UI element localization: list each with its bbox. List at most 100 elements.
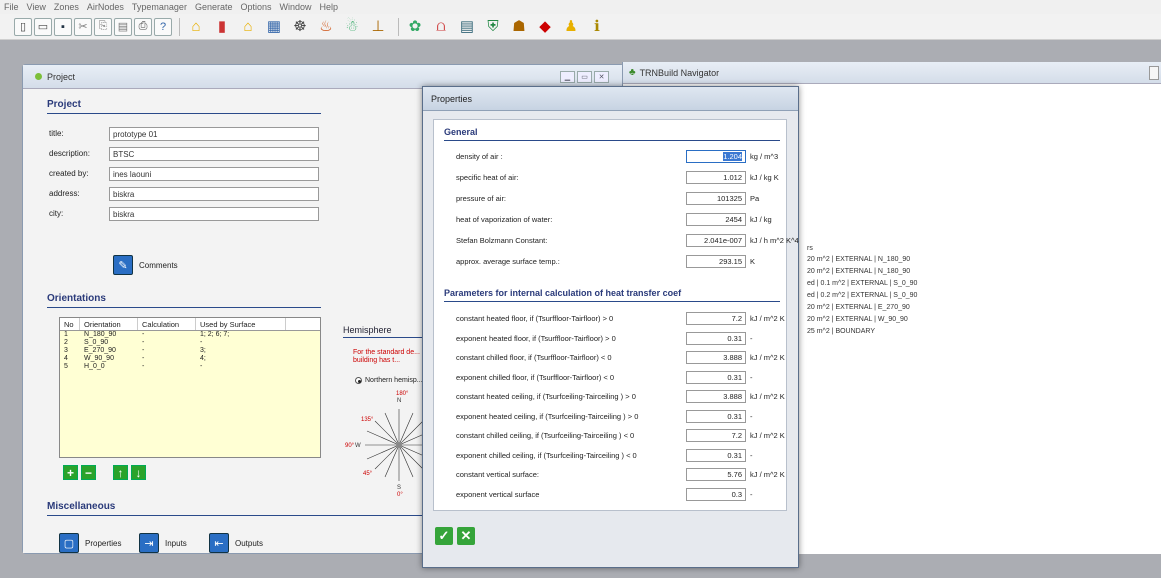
property-value-input[interactable]: 101325 (686, 192, 746, 205)
property-unit: - (750, 489, 753, 499)
property-unit: kJ / m^2 K (750, 431, 785, 440)
compass-nw-degrees: 135° (361, 417, 374, 423)
save-icon[interactable]: ▪ (54, 17, 72, 36)
snowman-icon[interactable]: ☃ (341, 16, 363, 38)
compass-sw-degrees: 45° (363, 471, 373, 477)
menu-typemanager[interactable]: Typemanager (132, 2, 187, 12)
column-header-used-by-surface[interactable]: Used by Surface (196, 318, 286, 330)
close-button[interactable]: ✕ (594, 71, 609, 83)
fire-icon[interactable]: ♨ (315, 16, 337, 38)
menu-window[interactable]: Window (280, 2, 312, 12)
northern-hemisphere-radio[interactable]: Northern hemisp... (355, 377, 423, 384)
new-icon[interactable]: ▯ (14, 17, 32, 36)
property-value-input[interactable]: 3.888 (686, 351, 746, 364)
open-icon[interactable]: ▭ (34, 17, 52, 36)
property-value-input[interactable]: 0.31 (686, 448, 746, 462)
navigator-corner-button[interactable] (1149, 66, 1159, 80)
hemisphere-title: Hemisphere (343, 325, 392, 335)
navigator-titlebar[interactable]: ♣ TRNBuild Navigator (623, 62, 1161, 84)
navigator-tree-item[interactable]: 20 m^2 | EXTERNAL | W_90_90 (807, 316, 908, 323)
comments-button[interactable]: ✎ Comments (113, 255, 178, 275)
cut-icon[interactable]: ✂ (74, 17, 92, 36)
move-down-button[interactable]: ↓ (131, 465, 146, 480)
column-header-no[interactable]: No (60, 318, 80, 330)
menu-options[interactable]: Options (240, 2, 271, 12)
property-value-input[interactable]: 7.2 (686, 429, 746, 442)
city-input[interactable] (109, 207, 319, 221)
navigator-tree-item[interactable]: 20 m^2 | EXTERNAL | N_180_90 (807, 256, 910, 263)
panel-icon[interactable]: ▤ (456, 16, 478, 38)
plant-icon[interactable]: ✿ (404, 16, 426, 38)
table-cell: H_0_0 (84, 363, 105, 370)
wave-icon[interactable]: ⩍ (430, 16, 452, 38)
column-header-calculation[interactable]: Calculation (138, 318, 196, 330)
radio-selected-icon (355, 377, 362, 384)
property-unit: kJ / m^2 K (750, 314, 785, 323)
navigator-tree-item[interactable]: 20 m^2 | EXTERNAL | N_180_90 (807, 268, 910, 275)
grid-icon[interactable]: ▦ (263, 16, 285, 38)
property-value-input[interactable]: 7.2 (686, 312, 746, 325)
created-by-input[interactable] (109, 167, 319, 181)
remove-orientation-button[interactable]: − (81, 465, 96, 480)
cube-icon[interactable]: ◆ (534, 16, 556, 38)
shield-icon[interactable]: ⛨ (482, 16, 504, 38)
menu-help[interactable]: Help (320, 2, 339, 12)
navigator-tree-item[interactable]: 25 m^2 | BOUNDARY (807, 328, 875, 335)
info-icon[interactable]: ℹ (586, 16, 608, 38)
compass-south-degrees: 0° (397, 492, 403, 497)
table-row[interactable]: 1 N_180_90 - 1; 2; 6; 7; (60, 331, 320, 339)
property-row: pressure of air: 101325 Pa (456, 192, 786, 206)
address-input[interactable] (109, 187, 319, 201)
ok-button[interactable]: ✓ (435, 527, 453, 545)
copy-icon[interactable]: ⎘ (94, 17, 112, 36)
building-icon[interactable]: ⌂ (237, 16, 259, 38)
property-value-input[interactable]: 0.31 (686, 409, 746, 423)
menu-view[interactable]: View (27, 2, 46, 12)
property-unit: kJ / m^2 K (750, 470, 785, 479)
property-value-input[interactable]: 0.3 (686, 487, 746, 501)
menu-zones[interactable]: Zones (54, 2, 79, 12)
maximize-button[interactable]: ▭ (577, 71, 592, 83)
inputs-button[interactable]: ⇥ Inputs (139, 533, 187, 553)
person-icon[interactable]: ♟ (560, 16, 582, 38)
project-section-title: Project (47, 99, 321, 114)
property-value-input[interactable]: 1.012 (686, 171, 746, 184)
add-orientation-button[interactable]: + (63, 465, 78, 480)
property-value-input[interactable]: 0.31 (686, 370, 746, 384)
navigator-tree-item[interactable]: ed | 0.2 m^2 | EXTERNAL | S_0_90 (807, 292, 917, 299)
table-row[interactable]: 3 E_270_90 - 3; (60, 347, 320, 355)
property-value-input[interactable]: 1.204 (686, 150, 746, 163)
minimize-button[interactable]: ▁ (560, 71, 575, 83)
property-value-input[interactable]: 0.31 (686, 331, 746, 345)
menu-airnodes[interactable]: AirNodes (87, 2, 124, 12)
outputs-button[interactable]: ⇤ Outputs (209, 533, 263, 553)
hat-icon[interactable]: ☗ (508, 16, 530, 38)
navigator-tree-item[interactable]: 20 m^2 | EXTERNAL | E_270_90 (807, 304, 910, 311)
property-value-input[interactable]: 3.888 (686, 390, 746, 403)
table-row[interactable]: 4 W_90_90 - 4; (60, 355, 320, 363)
navigator-tree-item[interactable]: ed | 0.1 m^2 | EXTERNAL | S_0_90 (807, 280, 917, 287)
properties-titlebar[interactable]: Properties (423, 87, 798, 111)
paste-icon[interactable]: ▤ (114, 17, 132, 36)
menu-generate[interactable]: Generate (195, 2, 233, 12)
property-value-input[interactable]: 293.15 (686, 255, 746, 268)
properties-button[interactable]: ▢ Properties (59, 533, 121, 553)
title-input[interactable] (109, 127, 319, 141)
table-row[interactable]: 5 H_0_0 - - (60, 363, 320, 371)
print-icon[interactable]: ⎙ (134, 17, 152, 36)
table-row[interactable]: 2 S_0_90 - - (60, 339, 320, 347)
column-header-orientation[interactable]: Orientation (80, 318, 138, 330)
house-icon[interactable]: ⌂ (185, 16, 207, 38)
chart-icon[interactable]: ▮ (211, 16, 233, 38)
property-value-input[interactable]: 2454 (686, 213, 746, 226)
property-value-input[interactable]: 2.041e-007 (686, 234, 746, 247)
property-value-input[interactable]: 5.76 (686, 468, 746, 481)
help-icon[interactable]: ? (154, 17, 172, 36)
menu-file[interactable]: File (4, 2, 19, 12)
heater-icon[interactable]: ⊥ (367, 16, 389, 38)
orientations-table[interactable]: No Orientation Calculation Used by Surfa… (59, 317, 321, 458)
people-icon[interactable]: ☸ (289, 16, 311, 38)
cancel-button[interactable]: ✕ (457, 527, 475, 545)
move-up-button[interactable]: ↑ (113, 465, 128, 480)
description-input[interactable] (109, 147, 319, 161)
